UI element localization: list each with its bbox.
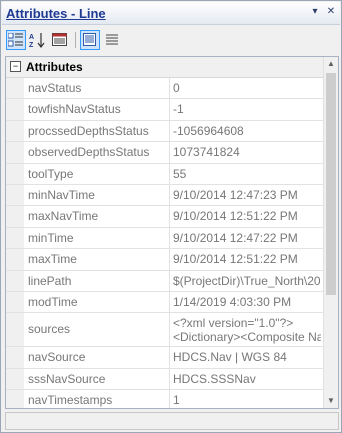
property-row[interactable]: sssNavSource HDCS.SSSNav (6, 368, 323, 391)
show-description-icon (83, 33, 96, 46)
alphabetical-sort-icon: A Z (29, 33, 45, 48)
property-row[interactable]: modTime 1/14/2019 4:03:30 PM (6, 291, 323, 314)
property-row[interactable]: observedDepthsStatus 1073741824 (6, 142, 323, 164)
property-value[interactable]: -1056964608 (173, 121, 321, 141)
property-value[interactable]: 9/10/2014 12:51:22 PM (173, 249, 321, 269)
toolbar-separator (75, 32, 76, 48)
row-gutter (6, 291, 24, 313)
property-value[interactable]: 9/10/2014 12:51:22 PM (173, 206, 321, 226)
property-value[interactable]: 9/10/2014 12:47:22 PM (173, 228, 321, 248)
property-value[interactable]: 1/14/2019 4:03:30 PM (173, 292, 321, 312)
property-row[interactable]: maxTime 9/10/2014 12:51:22 PM (6, 249, 323, 271)
property-name: minNavTime (28, 184, 170, 206)
property-value[interactable]: <?xml version="1.0"?> <Dictionary><Compo… (173, 316, 321, 349)
list-view-icon (106, 34, 118, 45)
property-row[interactable]: navTimestamps 1 (6, 390, 323, 408)
property-row[interactable]: maxNavTime 9/10/2014 12:51:22 PM (6, 206, 323, 228)
property-name: toolType (28, 163, 170, 184)
row-gutter (6, 347, 24, 368)
row-gutter (6, 270, 24, 291)
row-gutter (6, 142, 24, 163)
show-description-button[interactable] (80, 30, 100, 50)
property-row[interactable]: linePath $(ProjectDir)\True_North\20 (6, 270, 323, 292)
property-name: sssNavSource (28, 368, 170, 390)
categorized-view-button[interactable] (6, 30, 26, 50)
property-value[interactable]: HDCS.SSSNav (173, 369, 321, 389)
attributes-window: Attributes - Line ▾ ✕ A Z − Attributes n… (0, 0, 342, 433)
property-row[interactable]: minNavTime 9/10/2014 12:47:23 PM (6, 184, 323, 207)
property-name: navTimestamps (28, 390, 170, 408)
category-label: Attributes (26, 60, 83, 74)
property-name: linePath (28, 270, 170, 291)
close-icon[interactable]: ✕ (324, 5, 338, 19)
property-name: modTime (28, 291, 170, 313)
property-value[interactable]: 0 (173, 78, 321, 98)
row-gutter (6, 163, 24, 184)
property-name: observedDepthsStatus (28, 142, 170, 163)
property-value[interactable]: $(ProjectDir)\True_North\20 (173, 271, 321, 291)
property-value[interactable]: HDCS.Nav | WGS 84 (173, 347, 321, 367)
categorized-view-icon (8, 33, 23, 47)
property-name: maxNavTime (28, 206, 170, 227)
description-pane (5, 412, 339, 430)
property-pages-button[interactable] (50, 30, 70, 50)
vertical-scrollbar[interactable]: ▲ ▼ (323, 57, 338, 408)
row-gutter (6, 249, 24, 270)
scroll-down-icon[interactable]: ▼ (324, 394, 338, 408)
property-name: navSource (28, 347, 170, 368)
property-row[interactable]: procssedDepthsStatus -1056964608 (6, 120, 323, 143)
collapse-icon[interactable]: − (10, 61, 21, 72)
property-name: navStatus (28, 78, 170, 99)
row-gutter (6, 78, 24, 99)
svg-text:Z: Z (29, 42, 34, 48)
property-value[interactable]: 1 (173, 390, 321, 408)
property-rows: navStatus 0 towfishNavStatus -1 procssedDept… (6, 78, 323, 408)
row-gutter (6, 206, 24, 227)
property-grid: − Attributes navStatus 0 towfishNavStatus -… (5, 56, 339, 409)
property-name: towfishNavStatus (28, 99, 170, 120)
property-name: minTime (28, 227, 170, 249)
property-row[interactable]: navStatus 0 (6, 78, 323, 100)
property-row[interactable]: navSource HDCS.Nav | WGS 84 (6, 347, 323, 369)
row-gutter (6, 313, 24, 347)
property-name: procssedDepthsStatus (28, 120, 170, 142)
row-gutter (6, 227, 24, 249)
window-title: Attributes - Line (6, 6, 106, 21)
property-value[interactable]: -1 (173, 99, 321, 119)
scrollbar-thumb[interactable] (326, 73, 336, 295)
property-row[interactable]: sources <?xml version="1.0"?> <Dictionary… (6, 313, 323, 349)
property-row[interactable]: towfishNavStatus -1 (6, 99, 323, 121)
row-gutter (6, 390, 24, 408)
title-bar[interactable]: Attributes - Line ▾ ✕ (2, 2, 340, 25)
category-attributes[interactable]: − Attributes (6, 57, 323, 78)
property-value[interactable]: 9/10/2014 12:47:23 PM (173, 185, 321, 205)
toolbar: A Z (2, 27, 340, 53)
scroll-up-icon[interactable]: ▲ (324, 57, 338, 71)
property-value[interactable]: 1073741824 (173, 142, 321, 162)
row-gutter (6, 120, 24, 142)
alphabetical-sort-button[interactable]: A Z (28, 30, 48, 50)
list-view-button[interactable] (102, 30, 122, 50)
property-value[interactable]: 55 (173, 164, 321, 184)
row-gutter (6, 99, 24, 120)
property-name: sources (28, 313, 170, 347)
row-gutter (6, 368, 24, 390)
svg-text:A: A (29, 34, 34, 41)
property-pages-icon (52, 33, 67, 46)
row-gutter (6, 184, 24, 206)
property-row[interactable]: toolType 55 (6, 163, 323, 185)
property-name: maxTime (28, 249, 170, 270)
property-row[interactable]: minTime 9/10/2014 12:47:22 PM (6, 227, 323, 250)
pin-dropdown-icon[interactable]: ▾ (308, 5, 322, 19)
